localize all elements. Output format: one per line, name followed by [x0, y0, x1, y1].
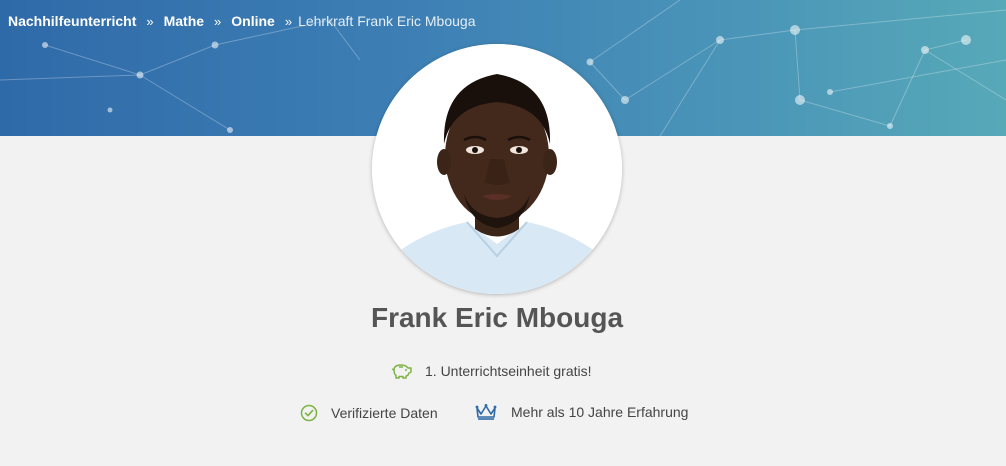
feature-experience: Mehr als 10 Jahre Erfahrung [475, 403, 688, 421]
breadcrumb-separator: » [146, 13, 154, 29]
feature-free-lesson: 1. Unterrichtseinheit gratis! [391, 362, 592, 380]
breadcrumb-link-nachhilfe[interactable]: Nachhilfeunterricht [8, 13, 136, 29]
feature-verified: Verifizierte Daten [300, 404, 438, 422]
piggy-bank-icon [391, 362, 413, 380]
breadcrumb-link-online[interactable]: Online [231, 13, 275, 29]
check-circle-icon [300, 404, 318, 422]
crown-icon [475, 403, 497, 421]
avatar-photo [372, 44, 622, 294]
breadcrumb-link-mathe[interactable]: Mathe [164, 13, 204, 29]
breadcrumb: Nachhilfeunterricht » Mathe » Online » L… [8, 13, 475, 29]
breadcrumb-separator: » [284, 13, 293, 29]
breadcrumb-current: Lehrkraft Frank Eric Mbouga [298, 13, 476, 29]
tutor-name: Frank Eric Mbouga [370, 302, 624, 333]
feature-verified-label: Verifizierte Daten [331, 405, 438, 421]
avatar [372, 44, 622, 294]
feature-experience-label: Mehr als 10 Jahre Erfahrung [511, 404, 689, 420]
breadcrumb-separator: » [214, 13, 222, 29]
feature-free-lesson-label: 1. Unterrichtseinheit gratis! [425, 363, 592, 379]
